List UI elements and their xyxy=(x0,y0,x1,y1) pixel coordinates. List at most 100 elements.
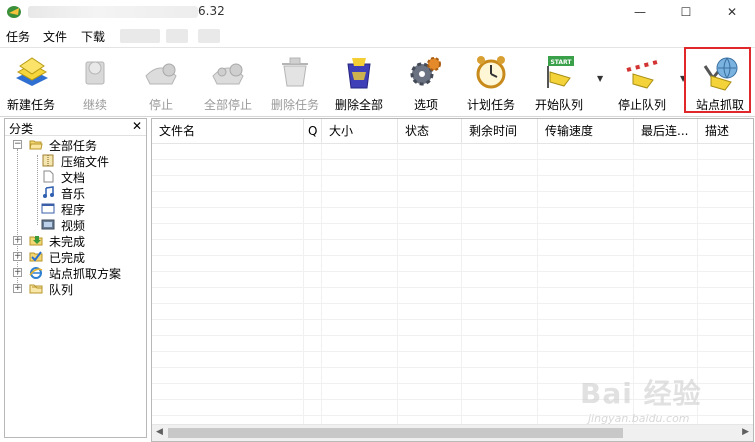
title-bar: 6.32 — ☐ ✕ xyxy=(0,0,755,24)
column-description[interactable]: 描述 xyxy=(698,119,753,143)
tree-guide-line xyxy=(17,149,18,289)
stop-all-icon xyxy=(212,63,244,85)
menu-task[interactable]: 任务 xyxy=(6,28,30,45)
options-button[interactable]: 选项 xyxy=(396,48,456,116)
resume-button[interactable]: 继续 xyxy=(64,48,126,116)
delete-all-icon xyxy=(347,58,371,89)
tree-collapse-icon[interactable]: − xyxy=(13,140,22,149)
maximize-button[interactable]: ☐ xyxy=(663,0,709,24)
delete-all-label: 删除全部 xyxy=(334,98,383,112)
grid-line xyxy=(461,144,462,426)
stop-label: 停止 xyxy=(148,98,173,112)
tree-item-all-tasks[interactable]: − 全部任务 xyxy=(13,137,143,153)
options-label: 选项 xyxy=(413,98,438,112)
tree-item-documents[interactable]: 文档 xyxy=(33,169,143,185)
site-grabber-button[interactable]: 站点抓取 xyxy=(688,48,752,116)
video-icon xyxy=(41,219,55,230)
stop-queue-button[interactable]: 停止队列 xyxy=(608,48,676,116)
music-note-icon xyxy=(43,186,54,198)
category-panel-title: 分类 xyxy=(9,122,34,136)
tree-item-label: 已完成 xyxy=(49,251,86,265)
tree-item-completed[interactable]: + 已完成 xyxy=(13,249,143,265)
delete-all-button[interactable]: 删除全部 xyxy=(328,48,390,116)
ie-globe-icon xyxy=(29,267,43,279)
start-queue-button[interactable]: START 开始队列 xyxy=(528,48,590,116)
maximize-icon: ☐ xyxy=(680,5,692,19)
grid-line xyxy=(321,144,322,426)
tree-item-label: 程序 xyxy=(61,203,86,217)
tree-item-programs[interactable]: 程序 xyxy=(33,201,143,217)
column-last-try[interactable]: 最后连... xyxy=(634,119,698,143)
category-panel-header: 分类 ✕ xyxy=(5,119,146,136)
toolbar: 新建任务 继续 停止 全部停止 删除任务 删除全部 选项 计划任务 START … xyxy=(0,47,755,117)
tree-item-music[interactable]: 音乐 xyxy=(33,185,143,201)
start-queue-icon: START xyxy=(547,56,574,88)
scrollbar-thumb[interactable] xyxy=(168,428,623,438)
menu-download[interactable]: 下载 xyxy=(81,28,105,45)
column-filename[interactable]: 文件名 xyxy=(152,119,304,143)
column-status[interactable]: 状态 xyxy=(398,119,462,143)
stop-queue-label: 停止队列 xyxy=(617,98,666,112)
svg-text:START: START xyxy=(550,59,572,66)
column-transfer-rate[interactable]: 传输速度 xyxy=(538,119,634,143)
tree-item-label: 文档 xyxy=(61,171,86,185)
tree-item-label: 视频 xyxy=(61,219,86,233)
menu-blurred-item xyxy=(166,29,188,43)
tree-item-incomplete[interactable]: + 未完成 xyxy=(13,233,143,249)
tree-guide-line xyxy=(37,155,38,225)
tree-item-label: 全部任务 xyxy=(49,139,98,153)
delete-task-button[interactable]: 删除任务 xyxy=(264,48,326,116)
scheduler-label: 计划任务 xyxy=(466,98,515,112)
menu-file[interactable]: 文件 xyxy=(43,28,67,45)
stop-all-label: 全部停止 xyxy=(203,98,252,112)
site-grabber-label: 站点抓取 xyxy=(695,98,744,112)
start-queue-dropdown-icon[interactable]: ▼ xyxy=(597,74,603,83)
grid-line xyxy=(537,144,538,426)
completed-folder-icon xyxy=(29,251,43,262)
stop-queue-dropdown-icon[interactable]: ▼ xyxy=(680,74,686,83)
tree-item-queues[interactable]: + 队列 xyxy=(13,281,143,297)
scheduler-button[interactable]: 计划任务 xyxy=(460,48,522,116)
incomplete-folder-icon xyxy=(29,236,43,246)
program-window-icon xyxy=(41,203,55,214)
category-panel: 分类 ✕ − 全部任务 压缩文件 文档 音乐 程序 视频 + 未完成 + 已完成… xyxy=(4,118,147,438)
idm-app-icon xyxy=(7,6,21,18)
delete-task-label: 删除任务 xyxy=(270,98,319,112)
column-size[interactable]: 大小 xyxy=(322,119,398,143)
new-task-label: 新建任务 xyxy=(6,98,55,112)
document-icon xyxy=(43,170,54,183)
tree-item-archives[interactable]: 压缩文件 xyxy=(33,153,143,169)
column-time-left[interactable]: 剩余时间 xyxy=(462,119,538,143)
stop-button[interactable]: 停止 xyxy=(128,48,194,116)
scheduler-clock-icon xyxy=(476,56,506,89)
tree-item-video[interactable]: 视频 xyxy=(33,217,143,233)
stop-icon xyxy=(145,63,177,85)
archive-icon xyxy=(42,154,54,167)
grid-line xyxy=(303,144,304,426)
menu-blurred-item xyxy=(198,29,220,43)
scroll-left-icon[interactable]: ◀ xyxy=(156,427,163,437)
start-queue-label: 开始队列 xyxy=(534,98,583,112)
close-icon: ✕ xyxy=(726,5,738,19)
open-folder-icon xyxy=(29,140,43,150)
site-grabber-icon xyxy=(703,57,738,91)
baidu-jingyan-watermark: Bai 经验 jingyan.baidu.com xyxy=(580,372,750,436)
close-button[interactable]: ✕ xyxy=(709,0,755,24)
list-column-header: 文件名 Q 大小 状态 剩余时间 传输速度 最后连... 描述 xyxy=(152,119,753,144)
new-task-icon xyxy=(16,57,48,86)
tree-item-label: 压缩文件 xyxy=(61,155,110,169)
new-task-button[interactable]: 新建任务 xyxy=(0,48,62,116)
category-panel-close-icon[interactable]: ✕ xyxy=(132,119,142,133)
column-q[interactable]: Q xyxy=(304,119,322,143)
minimize-button[interactable]: — xyxy=(617,0,663,24)
title-blurred-region xyxy=(28,6,198,18)
window-title-version: 6.32 xyxy=(198,4,225,18)
watermark-logo-text: Bai 经验 xyxy=(580,377,702,410)
tree-item-site-grabber-projects[interactable]: + 站点抓取方案 xyxy=(13,265,143,281)
tree-item-label: 未完成 xyxy=(49,235,86,249)
watermark-url: jingyan.baidu.com xyxy=(588,412,690,425)
menu-bar: 任务 文件 下载 xyxy=(0,26,755,46)
queue-folder-icon xyxy=(29,284,43,294)
menu-blurred-item xyxy=(120,29,160,43)
stop-all-button[interactable]: 全部停止 xyxy=(196,48,260,116)
